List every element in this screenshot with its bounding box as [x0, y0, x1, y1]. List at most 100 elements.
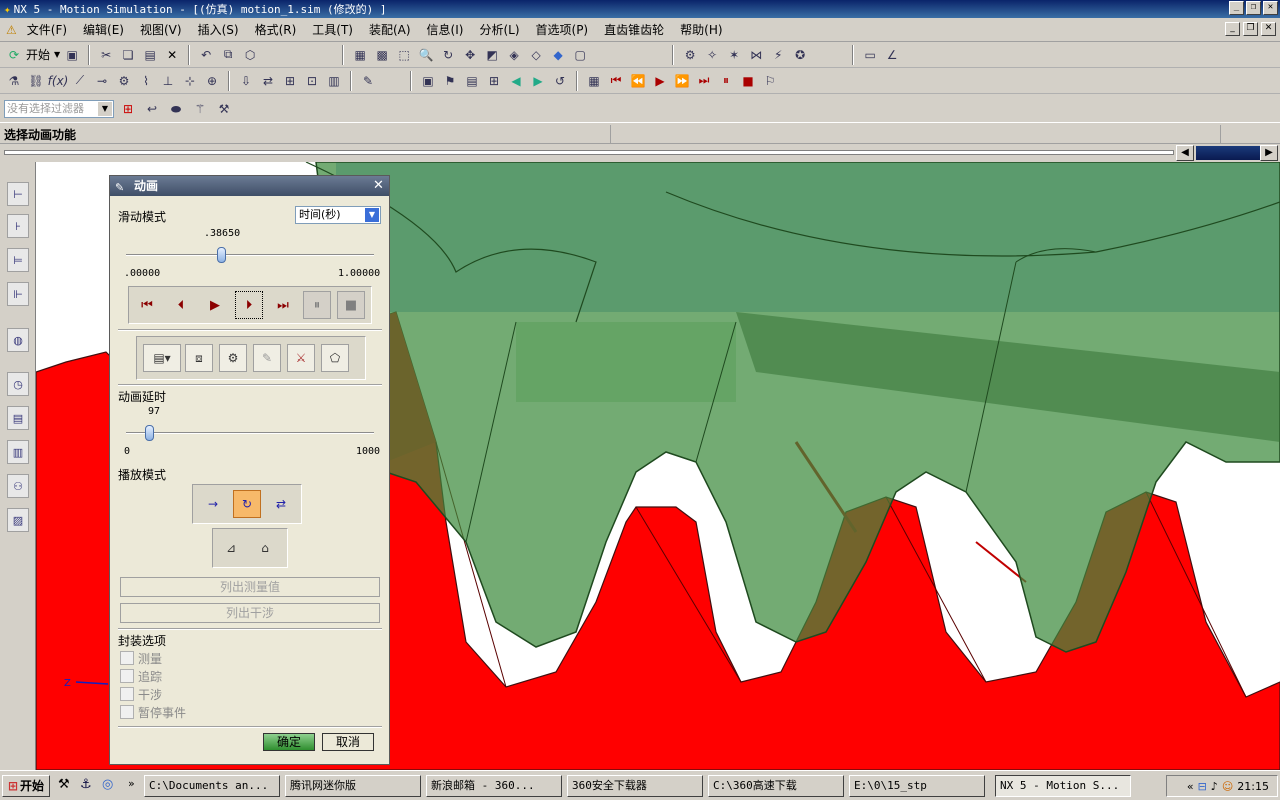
motion-navigator-icon[interactable]: ⊩ — [7, 282, 29, 306]
joint-icon[interactable]: ⟋ — [70, 71, 90, 91]
task-sina-mail[interactable]: 新浪邮箱 - 360... — [426, 775, 562, 797]
web-browser-icon[interactable]: ◍ — [7, 328, 29, 352]
minimize-button[interactable]: _ — [1229, 1, 1244, 15]
start-icon[interactable]: ⟳ — [4, 45, 24, 65]
ok-button[interactable]: 确定 — [263, 733, 315, 751]
analysis-tool-icon-5[interactable]: ⚡ — [768, 45, 788, 65]
damper-icon[interactable]: ⊥ — [158, 71, 178, 91]
scroll-thumb[interactable] — [1196, 146, 1260, 160]
analysis-tool-icon-1[interactable]: ⚙ — [680, 45, 700, 65]
repeat-icon[interactable]: ⧉ — [218, 45, 238, 65]
analysis-tool-icon-6[interactable]: ✪ — [790, 45, 810, 65]
trace-checkbox[interactable] — [120, 669, 134, 683]
menu-info[interactable]: 信息(I) — [419, 21, 472, 38]
pan-icon[interactable]: ✥ — [460, 45, 480, 65]
tool-icon[interactable]: ✎ — [358, 71, 378, 91]
tray-expand-icon[interactable]: « — [1187, 780, 1194, 793]
dialog-header[interactable]: ✎ 动画 ✕ — [110, 176, 389, 196]
scroll-right-button[interactable]: ▶ — [1260, 145, 1278, 161]
cut-icon[interactable]: ✂ — [96, 45, 116, 65]
copy-icon[interactable]: ❏ — [118, 45, 138, 65]
menu-help[interactable]: 帮助(H) — [672, 21, 730, 38]
export-frames-icon[interactable]: ⬠ — [321, 344, 349, 372]
anim-stop-icon[interactable]: ■ — [738, 71, 758, 91]
play-once-icon[interactable]: → — [199, 490, 227, 518]
slide-mode-dropdown[interactable]: 时间(秒) ▼ — [295, 206, 381, 224]
task-360-downloader[interactable]: 360安全下载器 — [567, 775, 703, 797]
menu-insert[interactable]: 插入(S) — [190, 21, 247, 38]
analysis-tool-icon-3[interactable]: ✶ — [724, 45, 744, 65]
menu-preferences[interactable]: 首选项(P) — [528, 21, 597, 38]
run-icon[interactable]: ⚑ — [440, 71, 460, 91]
rotate-icon[interactable]: ↻ — [438, 45, 458, 65]
close-button[interactable]: ✕ — [1263, 1, 1278, 15]
anim-prev-icon[interactable]: ⏪ — [628, 71, 648, 91]
wireframe-icon[interactable]: ◇ — [526, 45, 546, 65]
tray-network-icon[interactable]: ⊟ — [1198, 780, 1207, 793]
menu-tools[interactable]: 工具(T) — [304, 21, 361, 38]
menu-bevel-gear[interactable]: 直齿锥齿轮 — [596, 21, 672, 38]
step-forward-icon[interactable]: ⏵ — [235, 291, 263, 319]
driver-icon[interactable]: ⊡ — [302, 71, 322, 91]
pause-event-checkbox[interactable] — [120, 705, 134, 719]
measure-checkbox[interactable] — [120, 651, 134, 665]
result-icon[interactable]: ▤ — [462, 71, 482, 91]
back-icon[interactable]: ◀ — [506, 71, 526, 91]
refresh-icon[interactable]: ↺ — [550, 71, 570, 91]
rewind-to-start-icon[interactable]: ⏮ — [133, 291, 161, 319]
trace-icon[interactable]: ⧈ — [185, 344, 213, 372]
tray-qq-icon[interactable]: ☺ — [1222, 780, 1233, 793]
loop-icon[interactable]: ↻ — [233, 490, 261, 518]
cancel-button[interactable]: 取消 — [322, 733, 374, 751]
anim-pause-icon[interactable]: ⏸ — [716, 71, 736, 91]
solver-icon[interactable]: ▥ — [324, 71, 344, 91]
analysis-tool-icon-2[interactable]: ✧ — [702, 45, 722, 65]
trace-mode-2-icon[interactable]: ⌂ — [251, 534, 279, 562]
doc-close-button[interactable]: ✕ — [1261, 22, 1276, 36]
undo-icon[interactable]: ↶ — [196, 45, 216, 65]
zoom-icon[interactable]: 🔍 — [416, 45, 436, 65]
anim-export-icon[interactable]: ⚐ — [760, 71, 780, 91]
anim-next-icon[interactable]: ⏩ — [672, 71, 692, 91]
interference-icon[interactable]: ✎ — [253, 344, 281, 372]
roles-icon[interactable]: ⚇ — [7, 474, 29, 498]
assembly-navigator-icon[interactable]: ⊢ — [7, 182, 29, 206]
pin-icon[interactable]: ✎ — [115, 178, 124, 198]
doc-minimize-button[interactable]: _ — [1225, 22, 1240, 36]
fit-view-icon[interactable]: ⬚ — [394, 45, 414, 65]
measure-icon[interactable]: ▭ — [860, 45, 880, 65]
task-360-folder[interactable]: C:\360高速下载 — [708, 775, 844, 797]
task-documents[interactable]: C:\Documents an... — [144, 775, 280, 797]
restore-button[interactable]: ❐ — [1246, 1, 1261, 15]
play-icon[interactable]: ▶ — [201, 291, 229, 319]
paste-icon[interactable]: ▤ — [140, 45, 160, 65]
delay-slider-handle[interactable] — [145, 425, 155, 441]
menu-file[interactable]: 文件(F) — [19, 21, 75, 38]
explode-icon[interactable]: ⚙ — [219, 344, 247, 372]
interference-checkbox[interactable] — [120, 687, 134, 701]
gear-joint-icon[interactable]: ⚙ — [114, 71, 134, 91]
constraint-icon[interactable]: ⊞ — [280, 71, 300, 91]
environment-icon[interactable]: ⚗ — [4, 71, 24, 91]
quicklaunch-icon-1[interactable]: ⚒ — [58, 777, 70, 792]
select-icon[interactable]: ⬡ — [240, 45, 260, 65]
select-back-icon[interactable]: ↩ — [142, 99, 162, 119]
forward-icon[interactable]: ▶ — [528, 71, 548, 91]
anim-first-icon[interactable]: ⏮ — [606, 71, 626, 91]
fast-forward-to-end-icon[interactable]: ⏭ — [269, 291, 297, 319]
fit-icon[interactable]: ▦ — [350, 45, 370, 65]
doc-restore-button[interactable]: ❐ — [1243, 22, 1258, 36]
selection-filter-dropdown[interactable]: 没有选择过滤器 — [4, 100, 114, 118]
graph-icon[interactable]: ⊞ — [484, 71, 504, 91]
menu-edit[interactable]: 编辑(E) — [75, 21, 132, 38]
spring-icon[interactable]: ⌇ — [136, 71, 156, 91]
motion-icon[interactable]: ⇄ — [258, 71, 278, 91]
orient-view-icon[interactable]: ▢ — [570, 45, 590, 65]
delete-icon[interactable]: ✕ — [162, 45, 182, 65]
menu-format[interactable]: 格式(R) — [247, 21, 305, 38]
coupler-icon[interactable]: ⊸ — [92, 71, 112, 91]
tray-volume-icon[interactable]: ♪ — [1211, 780, 1218, 793]
menu-view[interactable]: 视图(V) — [132, 21, 190, 38]
select-feature-icon[interactable]: ⚒ — [214, 99, 234, 119]
view-cube-icon[interactable]: ◆ — [548, 45, 568, 65]
